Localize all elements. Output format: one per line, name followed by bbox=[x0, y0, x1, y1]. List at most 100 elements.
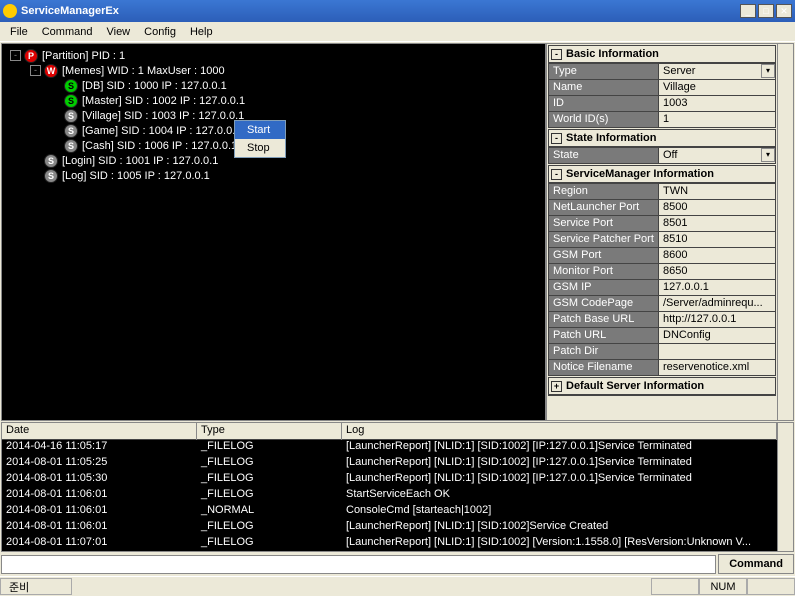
ctx-stop[interactable]: Stop bbox=[235, 139, 285, 157]
prop-key: Region bbox=[549, 184, 659, 199]
log-row[interactable]: 2014-08-01 11:06:01_FILELOGStartServiceE… bbox=[2, 488, 777, 504]
status-num: NUM bbox=[699, 578, 747, 595]
status-badge: S bbox=[44, 169, 58, 183]
dropdown-icon[interactable]: ▾ bbox=[761, 148, 775, 162]
service-tree[interactable]: -P[Partition] PID : 1-W[Memes] WID : 1 M… bbox=[2, 44, 545, 420]
prop-value[interactable]: Off▾ bbox=[659, 148, 775, 163]
prop-value[interactable]: DNConfig bbox=[659, 328, 775, 343]
log-cell: 2014-08-01 11:06:01 bbox=[2, 504, 197, 520]
log-row[interactable]: 2014-08-01 11:05:25_FILELOG[LauncherRepo… bbox=[2, 456, 777, 472]
menu-view[interactable]: View bbox=[100, 24, 136, 40]
prop-key: Type bbox=[549, 64, 659, 79]
prop-row: Service Patcher Port8510 bbox=[549, 231, 775, 247]
tree-item[interactable]: S[DB] SID : 1000 IP : 127.0.0.1 bbox=[4, 78, 543, 93]
prop-key: Service Patcher Port bbox=[549, 232, 659, 247]
tree-item[interactable]: -W[Memes] WID : 1 MaxUser : 1000 bbox=[4, 63, 543, 78]
prop-value[interactable]: 127.0.0.1 bbox=[659, 280, 775, 295]
prop-key: Patch Base URL bbox=[549, 312, 659, 327]
log-cell: _FILELOG bbox=[197, 440, 342, 456]
prop-value[interactable]: TWN bbox=[659, 184, 775, 199]
prop-value[interactable]: 8500 bbox=[659, 200, 775, 215]
minimize-button[interactable]: _ bbox=[740, 4, 756, 18]
group-expand-icon[interactable]: - bbox=[551, 169, 562, 180]
log-rows[interactable]: 2014-04-16 11:05:17_FILELOG[LauncherRepo… bbox=[2, 440, 777, 551]
prop-value[interactable]: http://127.0.0.1 bbox=[659, 312, 775, 327]
prop-group-header[interactable]: -ServiceManager Information bbox=[549, 166, 775, 183]
menu-config[interactable]: Config bbox=[138, 24, 182, 40]
command-button[interactable]: Command bbox=[718, 554, 794, 574]
prop-value[interactable]: 8501 bbox=[659, 216, 775, 231]
group-expand-icon[interactable]: - bbox=[551, 133, 562, 144]
prop-row: NameVillage bbox=[549, 79, 775, 95]
prop-group-header[interactable]: +Default Server Information bbox=[549, 378, 775, 395]
tree-item[interactable]: S[Log] SID : 1005 IP : 127.0.0.1 bbox=[4, 168, 543, 183]
maximize-button[interactable]: □ bbox=[758, 4, 774, 18]
log-col-type[interactable]: Type bbox=[197, 423, 342, 440]
tree-label: [Partition] PID : 1 bbox=[42, 50, 125, 62]
log-cell: 2014-08-01 11:05:25 bbox=[2, 456, 197, 472]
prop-value[interactable]: 1003 bbox=[659, 96, 775, 111]
log-row[interactable]: 2014-08-01 11:05:30_FILELOG[LauncherRepo… bbox=[2, 472, 777, 488]
menu-command[interactable]: Command bbox=[36, 24, 99, 40]
status-bar: 준비 NUM bbox=[0, 576, 795, 596]
log-scrollbar[interactable] bbox=[777, 423, 793, 551]
status-badge: S bbox=[44, 154, 58, 168]
tree-item[interactable]: -P[Partition] PID : 1 bbox=[4, 48, 543, 63]
properties-scrollbar[interactable] bbox=[777, 44, 793, 420]
close-button[interactable]: ✕ bbox=[776, 4, 792, 18]
prop-row: Patch URLDNConfig bbox=[549, 327, 775, 343]
log-cell: 2014-04-16 11:05:17 bbox=[2, 440, 197, 456]
log-row[interactable]: 2014-08-01 11:07:01_FILELOG[LauncherRepo… bbox=[2, 536, 777, 551]
prop-key: Patch Dir bbox=[549, 344, 659, 359]
log-cell: [LauncherReport] [NLID:1] [SID:1002]Serv… bbox=[342, 520, 777, 536]
ctx-start[interactable]: Start bbox=[235, 121, 285, 139]
status-ready: 준비 bbox=[0, 578, 72, 595]
dropdown-icon[interactable]: ▾ bbox=[761, 64, 775, 78]
prop-value[interactable]: 8510 bbox=[659, 232, 775, 247]
prop-value[interactable]: Server▾ bbox=[659, 64, 775, 79]
prop-row: StateOff▾ bbox=[549, 147, 775, 163]
tree-expand-icon[interactable]: - bbox=[10, 50, 21, 61]
log-cell: [LauncherReport] [NLID:1] [SID:1002] [IP… bbox=[342, 472, 777, 488]
log-cell: _FILELOG bbox=[197, 536, 342, 551]
prop-value[interactable]: /Server/adminrequ... bbox=[659, 296, 775, 311]
log-col-date[interactable]: Date bbox=[2, 423, 197, 440]
prop-value[interactable]: reservenotice.xml bbox=[659, 360, 775, 375]
log-cell: ConsoleCmd [starteach|1002] bbox=[342, 504, 777, 520]
log-row[interactable]: 2014-04-16 11:05:17_FILELOG[LauncherRepo… bbox=[2, 440, 777, 456]
log-cell: 2014-08-01 11:05:30 bbox=[2, 472, 197, 488]
command-input[interactable] bbox=[1, 555, 716, 574]
tree-label: [Login] SID : 1001 IP : 127.0.0.1 bbox=[62, 155, 218, 167]
prop-key: Name bbox=[549, 80, 659, 95]
window-buttons: _ □ ✕ bbox=[740, 4, 792, 18]
group-expand-icon[interactable]: - bbox=[551, 49, 562, 60]
log-cell: _FILELOG bbox=[197, 456, 342, 472]
tree-item[interactable]: S[Master] SID : 1002 IP : 127.0.0.1 bbox=[4, 93, 543, 108]
prop-key: Patch URL bbox=[549, 328, 659, 343]
prop-value[interactable]: 8650 bbox=[659, 264, 775, 279]
prop-group-header[interactable]: -Basic Information bbox=[549, 46, 775, 63]
prop-group-header[interactable]: -State Information bbox=[549, 130, 775, 147]
menu-file[interactable]: File bbox=[4, 24, 34, 40]
prop-group: -Basic InformationTypeServer▾NameVillage… bbox=[548, 45, 776, 128]
log-row[interactable]: 2014-08-01 11:06:01_FILELOG[LauncherRepo… bbox=[2, 520, 777, 536]
prop-key: State bbox=[549, 148, 659, 163]
log-col-log[interactable]: Log bbox=[342, 423, 777, 440]
prop-row: RegionTWN bbox=[549, 183, 775, 199]
log-cell: 2014-08-01 11:06:01 bbox=[2, 488, 197, 504]
prop-value[interactable]: Village bbox=[659, 80, 775, 95]
tree-label: [Game] SID : 1004 IP : 127.0.0.1 bbox=[82, 125, 241, 137]
prop-key: NetLauncher Port bbox=[549, 200, 659, 215]
group-expand-icon[interactable]: + bbox=[551, 381, 562, 392]
log-row[interactable]: 2014-08-01 11:06:01_NORMALConsoleCmd [st… bbox=[2, 504, 777, 520]
tree-expand-icon[interactable]: - bbox=[30, 65, 41, 76]
prop-value[interactable]: 1 bbox=[659, 112, 775, 127]
prop-value[interactable]: 8600 bbox=[659, 248, 775, 263]
app-icon bbox=[3, 4, 17, 18]
prop-row: NetLauncher Port8500 bbox=[549, 199, 775, 215]
status-badge: S bbox=[64, 124, 78, 138]
properties-panel: -Basic InformationTypeServer▾NameVillage… bbox=[545, 44, 793, 420]
menu-help[interactable]: Help bbox=[184, 24, 219, 40]
command-bar: Command bbox=[1, 553, 794, 575]
prop-value[interactable] bbox=[659, 344, 775, 359]
